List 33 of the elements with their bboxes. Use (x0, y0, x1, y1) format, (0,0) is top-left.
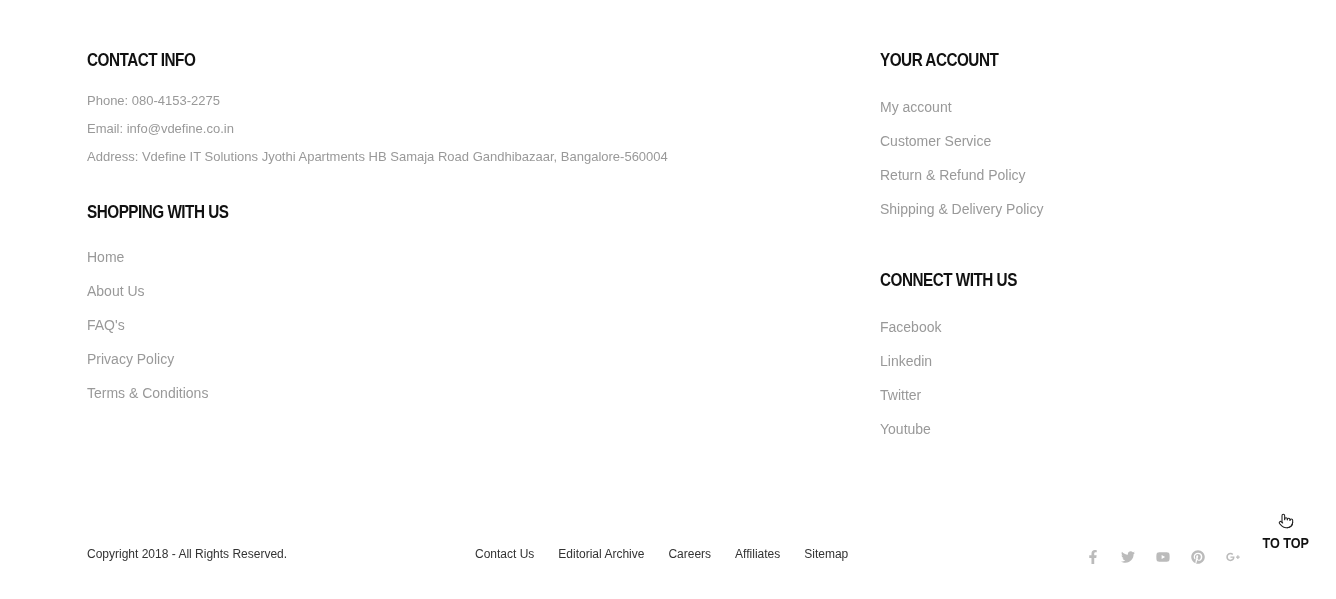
contact-text: Address: Vdefine IT Solutions Jyothi Apartments HB Samaja Road Gandhibazaar, Bangalore-560004 (87, 148, 669, 166)
bottom-link[interactable]: Careers (668, 547, 712, 561)
youtube-icon[interactable] (1156, 550, 1170, 564)
footer-link[interactable]: Terms & Conditions (87, 384, 209, 402)
footer-link[interactable]: Youtube (880, 420, 931, 438)
footer-link[interactable]: Facebook (880, 318, 942, 336)
to-top-link[interactable]: TO TOP (1262, 535, 1310, 551)
footer-link[interactable]: Customer Service (880, 132, 992, 150)
pinterest-icon[interactable] (1191, 550, 1205, 564)
footer-link[interactable]: Linkedin (880, 352, 933, 370)
footer-link[interactable]: FAQ's (87, 316, 125, 334)
google-plus-icon[interactable] (1226, 550, 1240, 564)
section-heading: CONTACT INFO (87, 49, 197, 72)
twitter-icon[interactable] (1121, 550, 1135, 564)
footer-link[interactable]: Home (87, 248, 125, 266)
footer-link[interactable]: Privacy Policy (87, 350, 175, 368)
footer-link[interactable]: My account (880, 98, 952, 116)
footer-link[interactable]: About Us (87, 282, 145, 300)
bottom-link[interactable]: Sitemap (804, 547, 849, 561)
copyright-text: Copyright 2018 - All Rights Reserved. (87, 547, 289, 561)
section-heading: SHOPPING WITH US (87, 201, 230, 224)
section-heading: CONNECT WITH US (880, 269, 1018, 292)
hand-pointer-icon (1277, 513, 1294, 529)
bottom-link[interactable]: Contact Us (475, 547, 535, 561)
bottom-link[interactable]: Affiliates (735, 547, 781, 561)
bottom-link[interactable]: Editorial Archive (558, 547, 645, 561)
contact-text: Email: info@vdefine.co.in (87, 120, 235, 138)
footer-link[interactable]: Return & Refund Policy (880, 166, 1026, 184)
footer-link[interactable]: Twitter (880, 386, 922, 404)
contact-text: Phone: 080-4153-2275 (87, 92, 221, 110)
section-heading: YOUR ACCOUNT (880, 49, 1000, 72)
footer-link[interactable]: Shipping & Delivery Policy (880, 200, 1044, 218)
facebook-icon[interactable] (1086, 550, 1100, 564)
